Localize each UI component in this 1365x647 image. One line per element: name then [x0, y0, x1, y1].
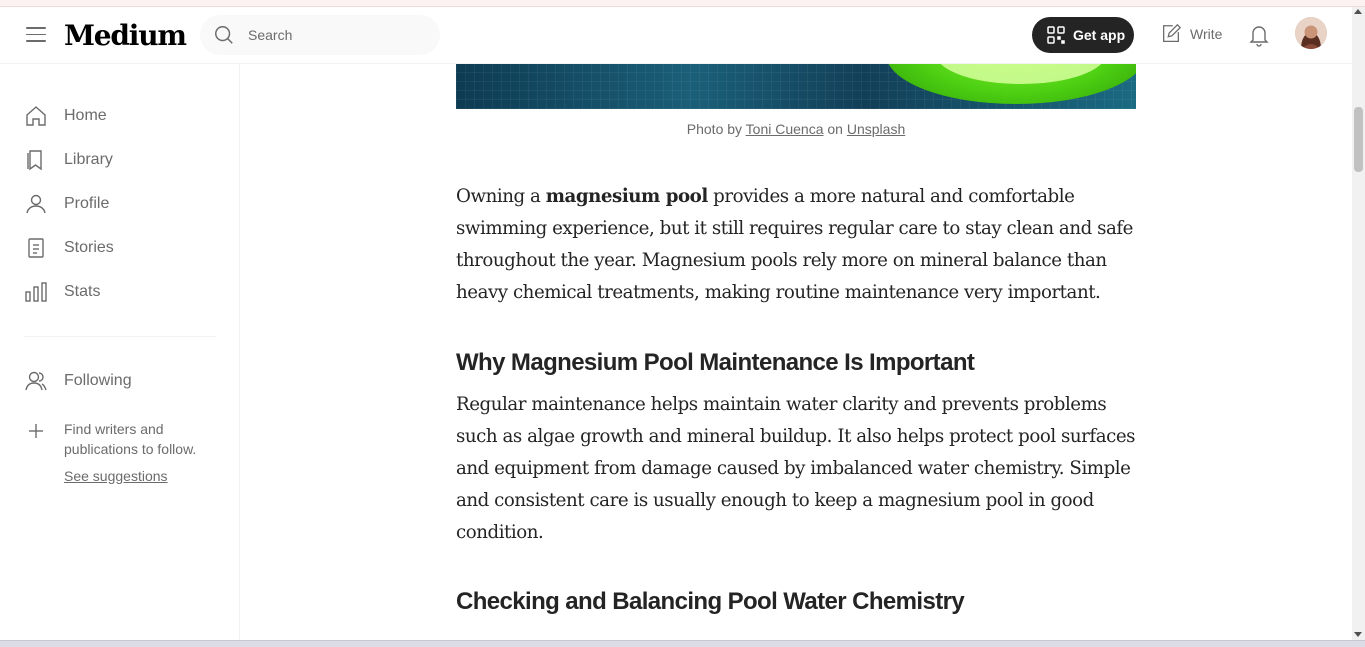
- browser-bottom-strip: [0, 640, 1365, 647]
- get-app-label: Get app: [1073, 27, 1126, 43]
- qr-code-icon: [1047, 26, 1065, 44]
- user-icon: [24, 192, 48, 216]
- section-heading: Checking and Balancing Pool Water Chemis…: [456, 588, 965, 615]
- chart-icon: [24, 280, 48, 304]
- sidebar-item-label: Profile: [64, 195, 110, 212]
- scroll-down-arrow-icon[interactable]: [1354, 632, 1362, 637]
- top-header: Medium Get app Write: [0, 7, 1352, 64]
- scroll-up-arrow-icon[interactable]: [1354, 9, 1362, 14]
- sidebar-item-home[interactable]: Home: [24, 104, 107, 128]
- notifications-bell-icon[interactable]: [1248, 23, 1270, 52]
- unsplash-link[interactable]: Unsplash: [847, 121, 905, 137]
- sidebar-item-profile[interactable]: Profile: [24, 192, 109, 216]
- article-paragraph: Owning a magnesium pool provides a more …: [456, 181, 1140, 309]
- article-hero-image: [456, 64, 1136, 109]
- sidebar-item-label: Home: [64, 107, 107, 124]
- sidebar-item-label: Library: [64, 151, 113, 168]
- user-avatar[interactable]: [1295, 17, 1327, 49]
- find-writers-text: Find writers and publications to follow.: [64, 421, 197, 457]
- following-icon: [24, 369, 48, 393]
- caption-prefix: Photo by: [686, 121, 743, 137]
- sidebar-item-label: Stats: [64, 283, 101, 300]
- sidebar-item-library[interactable]: Library: [24, 148, 113, 172]
- search-icon: [213, 24, 235, 51]
- sidebar-item-stories[interactable]: Stories: [24, 236, 114, 260]
- section-heading: Why Magnesium Pool Maintenance Is Import…: [456, 349, 975, 376]
- caption-mid: on: [827, 121, 843, 137]
- search-box[interactable]: [200, 15, 440, 55]
- left-sidebar: Home Library Profile Stories Stats Follo…: [0, 64, 240, 640]
- document-icon: [24, 236, 48, 260]
- browser-top-strip: [0, 0, 1365, 7]
- write-button[interactable]: Write: [1160, 23, 1222, 45]
- sidebar-item-label: Stories: [64, 239, 114, 256]
- paragraph-bold-text: magnesium pool: [545, 186, 709, 207]
- vertical-scrollbar[interactable]: [1352, 7, 1365, 640]
- search-input[interactable]: [248, 25, 428, 45]
- sidebar-item-following[interactable]: Following: [24, 369, 132, 393]
- article-paragraph: Regular maintenance helps maintain water…: [456, 394, 1136, 543]
- bookmark-icon: [24, 148, 48, 172]
- paragraph-text: Owning a: [456, 186, 541, 207]
- write-icon: [1160, 23, 1182, 45]
- write-label: Write: [1190, 26, 1223, 42]
- plus-icon[interactable]: [26, 421, 46, 446]
- image-caption: Photo by Toni Cuenca on Unsplash: [456, 121, 1136, 137]
- scrollbar-thumb[interactable]: [1354, 107, 1363, 172]
- menu-icon[interactable]: [26, 27, 46, 45]
- sidebar-divider: [24, 336, 216, 337]
- see-suggestions-link[interactable]: See suggestions: [64, 468, 168, 484]
- get-app-button[interactable]: Get app: [1032, 17, 1134, 53]
- medium-logo[interactable]: Medium: [64, 19, 187, 52]
- photographer-link[interactable]: Toni Cuenca: [746, 121, 824, 137]
- sidebar-item-label: Following: [64, 372, 132, 389]
- home-icon: [24, 104, 48, 128]
- sidebar-item-stats[interactable]: Stats: [24, 280, 100, 304]
